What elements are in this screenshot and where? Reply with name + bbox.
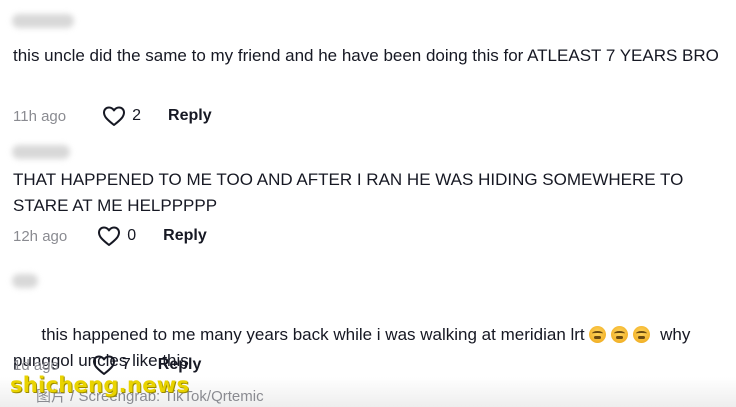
- comment-text-part: this happened to me many years back whil…: [41, 325, 590, 344]
- watermark-logo: shicheng.news: [10, 373, 190, 397]
- reply-button[interactable]: Reply: [168, 107, 212, 125]
- comment-text: this uncle did the same to my friend and…: [13, 46, 719, 65]
- like-count: 2: [132, 107, 142, 124]
- like-count: 0: [127, 227, 137, 244]
- loudly-crying-face-emoji-icon: [611, 326, 629, 343]
- reply-button[interactable]: Reply: [158, 356, 202, 374]
- blurred-username: [12, 14, 74, 28]
- blurred-username: [12, 274, 38, 288]
- like-button[interactable]: 0: [97, 225, 136, 247]
- reply-button[interactable]: Reply: [163, 227, 207, 245]
- comment-time: 12h ago: [13, 227, 68, 245]
- comment-meta: 12h ago 0 Reply: [13, 225, 207, 247]
- comment-meta: 11h ago 2 Reply: [13, 105, 212, 127]
- heart-icon: [103, 106, 126, 126]
- comment-time: 11h ago: [13, 107, 67, 125]
- blurred-username: [12, 145, 70, 159]
- comment-time: 1d ago: [13, 356, 59, 374]
- like-count: 7: [121, 356, 131, 373]
- like-button[interactable]: 2: [102, 105, 141, 127]
- comment-text: THAT HAPPENED TO ME TOO AND AFTER I RAN …: [13, 170, 689, 215]
- loudly-crying-face-emoji-icon: [589, 326, 607, 343]
- heart-icon: [98, 226, 121, 246]
- tiktok-comments-panel: this uncle did the same to my friend and…: [0, 0, 736, 407]
- loudly-crying-face-emoji-icon: [633, 326, 651, 343]
